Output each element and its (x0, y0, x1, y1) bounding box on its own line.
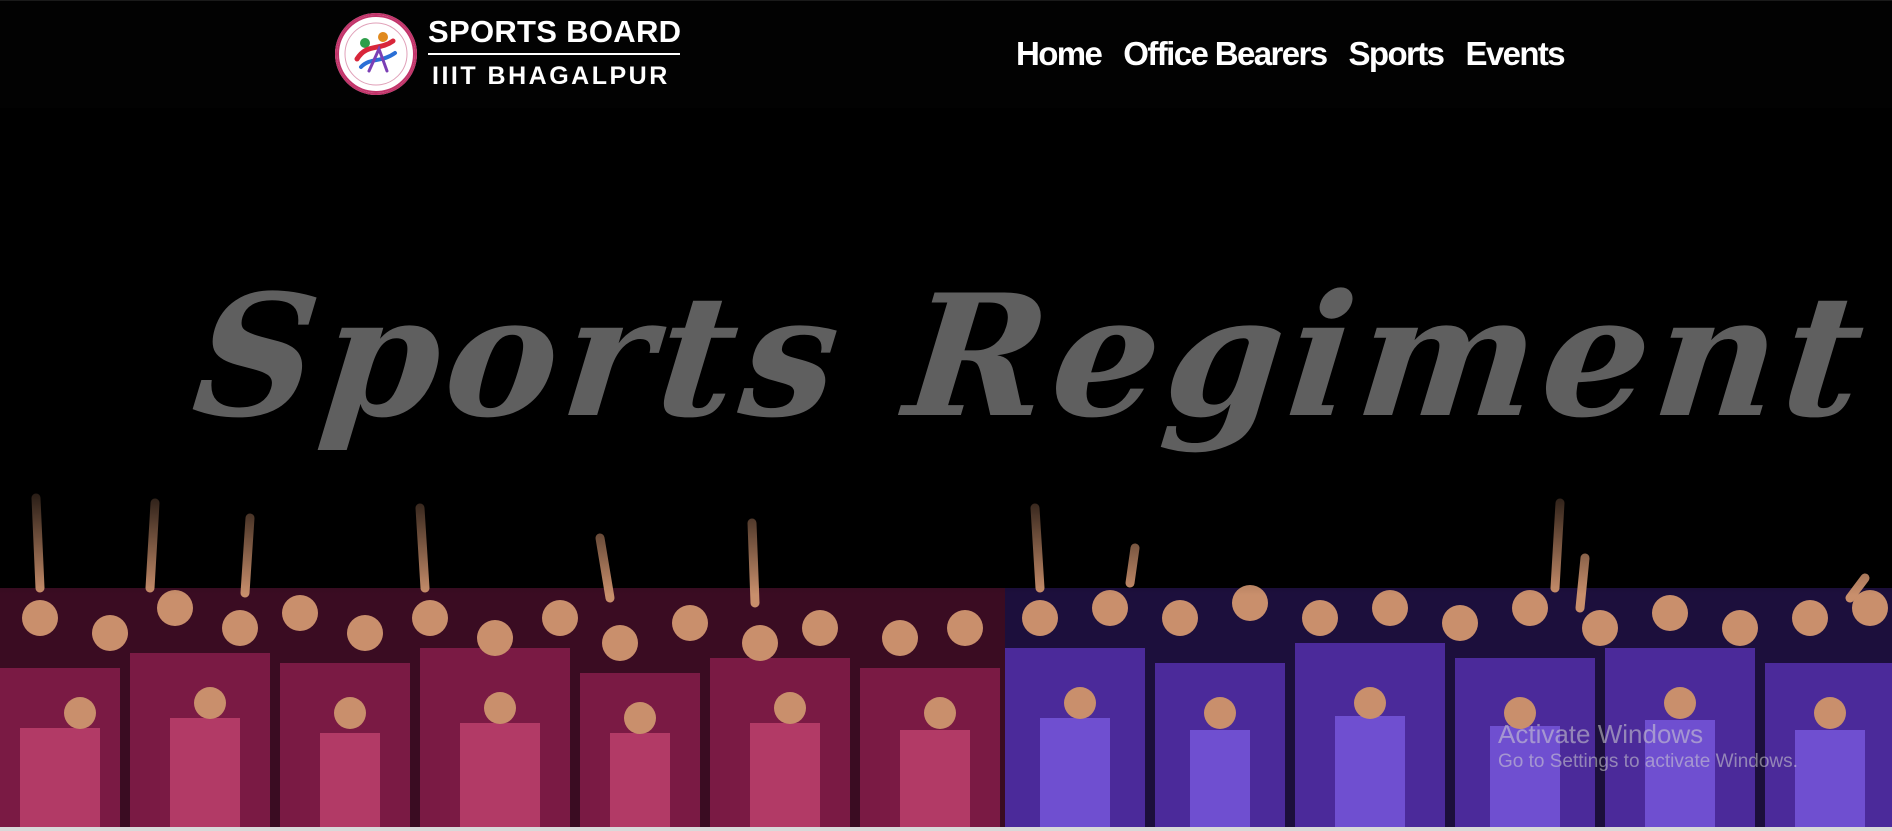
watermark-subtitle: Go to Settings to activate Windows. (1498, 751, 1798, 772)
team-crowd-photo (0, 468, 1892, 831)
brand-subtitle: IIIT BHAGALPUR (432, 62, 670, 90)
hero-title: Sports Regiment (185, 257, 1879, 455)
nav-events[interactable]: Events (1465, 33, 1565, 77)
brand-divider (428, 53, 680, 55)
brand-title: SPORTS BOARD (428, 14, 682, 49)
sports-board-logo[interactable] (335, 13, 417, 95)
crowd-photo-image (0, 468, 1892, 831)
nav-office-bearers[interactable]: Office Bearers (1123, 33, 1328, 77)
page-bottom-strip (0, 827, 1892, 831)
nav-sports[interactable]: Sports (1349, 33, 1446, 77)
watermark-title: Activate Windows (1498, 719, 1704, 749)
brand-block[interactable]: SPORTS BOARD IIIT BHAGALPUR (428, 11, 682, 91)
main-nav: Home Office Bearers Sports Events (1016, 33, 1566, 77)
sports-board-emblem-icon (337, 15, 415, 93)
top-navbar: SPORTS BOARD IIIT BHAGALPUR Home Office … (0, 0, 1892, 109)
windows-activation-watermark: Activate Windows Go to Settings to activ… (1498, 718, 1878, 774)
nav-home[interactable]: Home (1016, 33, 1103, 77)
